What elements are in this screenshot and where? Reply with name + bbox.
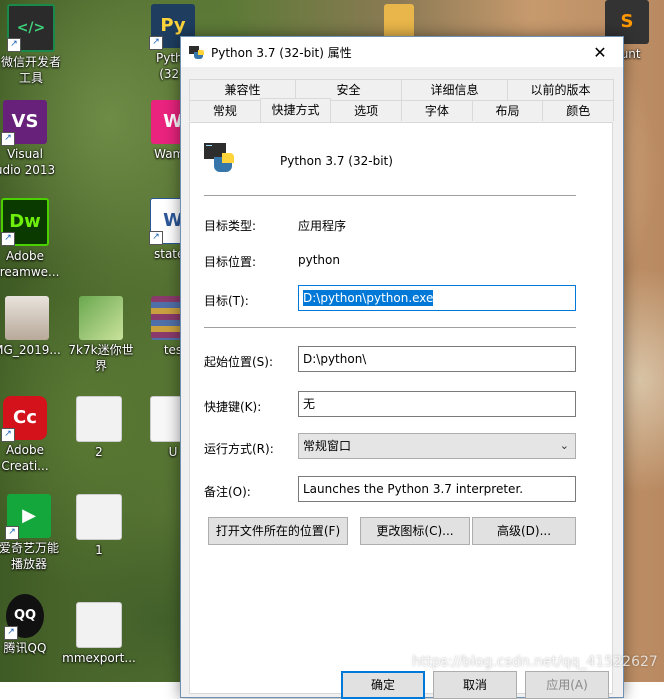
desktop-icon-folder[interactable] (360, 4, 438, 40)
dialog-title: Python 3.7 (32-bit) 属性 (211, 45, 352, 60)
app-name: Python 3.7 (32-bit) (280, 154, 393, 168)
desktop-icon-label: Adobe Creati... (1, 443, 49, 473)
document-thumbnail-icon (76, 396, 122, 442)
desktop-icon-dreamweaver[interactable]: Dw↗ Adobe Dreamwe... (0, 198, 64, 280)
target-type-value: 应用程序 (298, 219, 347, 233)
advanced-button[interactable]: 高级(D)... (472, 517, 576, 545)
desktop-icon-adobe-cc[interactable]: Cc ↗ Adobe Creati... (0, 396, 64, 474)
change-icon-button[interactable]: 更改图标(C)... (360, 517, 470, 545)
mini-world-game-icon (79, 296, 123, 340)
tab-compatibility[interactable]: 兼容性 (189, 79, 296, 100)
python-app-icon (204, 143, 234, 172)
shortcut-arrow-icon: ↗ (149, 36, 163, 50)
iqiyi-player-icon: ▶ ↗ (5, 494, 51, 540)
desktop-icon-file-1[interactable]: 1 (60, 494, 138, 558)
divider (204, 195, 576, 196)
target-label: 目标(T): (204, 294, 249, 308)
shortcut-key-label: 快捷键(K): (204, 400, 262, 414)
desktop-icon-mini-world[interactable]: 7k7k迷你世 界 (62, 296, 140, 374)
image-thumbnail-icon (76, 602, 122, 648)
dialog-titlebar[interactable]: Python 3.7 (32-bit) 属性 ✕ (181, 37, 623, 67)
desktop-icon-mmexport[interactable]: mmexport... (60, 602, 138, 666)
folder-icon (384, 4, 414, 38)
desktop-icon-label: 2 (95, 445, 103, 459)
tab-layout[interactable]: 布局 (471, 100, 544, 121)
tab-colors[interactable]: 颜色 (542, 100, 615, 121)
target-field-selected-text: D:\python\python.exe (303, 290, 434, 306)
run-select[interactable]: 常规窗口 ⌄ (298, 433, 576, 459)
tab-details[interactable]: 详细信息 (401, 79, 508, 100)
start-in-field[interactable]: D:\python\ (298, 346, 576, 372)
desktop-icon-label: MG_2019... (0, 343, 61, 357)
csdn-watermark: https://blog.csdn.net/qq_41522627 (412, 654, 658, 670)
shortcut-arrow-icon: ↗ (1, 132, 15, 146)
open-file-location-button[interactable]: 打开文件所在的位置(F) (208, 517, 348, 545)
shortcut-key-field[interactable]: 无 (298, 391, 576, 417)
qq-penguin-icon: QQ ↗ (4, 594, 44, 640)
adobe-cc-icon: Cc ↗ (1, 396, 47, 442)
desktop-icon-file-2[interactable]: 2 (60, 396, 138, 460)
visual-studio-icon: VS ↗ (1, 100, 47, 146)
python-shortcut-icon (189, 46, 204, 59)
photo-thumbnail-icon (5, 296, 49, 340)
tab-options[interactable]: 选项 (330, 100, 403, 121)
apply-button[interactable]: 应用(A) (525, 671, 609, 699)
target-location-value: python (298, 253, 340, 267)
shortcut-arrow-icon: ↗ (7, 38, 21, 52)
target-field[interactable]: D:\python\python.exe (298, 285, 576, 311)
tab-previous-versions[interactable]: 以前的版本 (507, 79, 614, 100)
tab-shortcut[interactable]: 快捷方式 (259, 98, 332, 122)
desktop-icon-label: mmexport... (62, 651, 136, 665)
desktop-icon-qq[interactable]: QQ ↗ 腾讯QQ (0, 594, 64, 656)
desktop-icon-label: 微信开发者 工具 (0, 55, 61, 85)
desktop-icon-label: Adobe Dreamwe... (0, 249, 60, 279)
run-label: 运行方式(R): (204, 442, 274, 456)
wechat-devtools-icon: </> ↗ (7, 4, 55, 52)
shortcut-arrow-icon: ↗ (4, 626, 18, 640)
close-icon: ✕ (593, 42, 607, 62)
desktop-icon-label: 7k7k迷你世 界 (68, 343, 134, 373)
desktop-icon-label: 1 (95, 543, 103, 557)
desktop-icon-photo[interactable]: MG_2019... (0, 296, 66, 358)
start-in-label: 起始位置(S): (204, 355, 274, 369)
shortcut-arrow-icon: ↗ (5, 526, 19, 540)
dreamweaver-icon: Dw ↗ (1, 198, 49, 246)
tab-row-front: 常规 快捷方式 选项 字体 布局 颜色 (189, 98, 615, 122)
desktop-icon-label: 腾讯QQ (3, 641, 47, 655)
properties-dialog: Python 3.7 (32-bit) 属性 ✕ 兼容性 安全 详细信息 以前的… (180, 36, 624, 699)
target-type-label: 目标类型: (204, 219, 257, 233)
tab-security[interactable]: 安全 (295, 79, 402, 100)
chevron-down-icon: ⌄ (559, 439, 569, 452)
desktop-icon-iqiyi[interactable]: ▶ ↗ 爱奇艺万能 播放器 (0, 494, 68, 572)
desktop-icon-visual-studio[interactable]: VS↗ Visual udio 2013 (0, 100, 64, 178)
tab-strip: 兼容性 安全 详细信息 以前的版本 常规 快捷方式 选项 字体 布局 颜色 (189, 79, 615, 122)
desktop-icon-wechat-devtools[interactable]: </> ↗ 微信开发者 工具 (0, 4, 70, 86)
shortcut-tab-panel: Python 3.7 (32-bit) 目标类型: 应用程序 目标位置: pyt… (189, 122, 613, 694)
document-thumbnail-icon (76, 494, 122, 540)
desktop-icon-label: Visual udio 2013 (0, 147, 56, 177)
close-button[interactable]: ✕ (577, 37, 623, 67)
tab-general[interactable]: 常规 (189, 100, 261, 121)
divider (204, 327, 576, 328)
app-header (204, 141, 236, 173)
run-select-value: 常规窗口 (303, 439, 352, 453)
comment-label: 备注(O): (204, 485, 251, 499)
desktop-icon-label: 爱奇艺万能 播放器 (0, 541, 59, 571)
cancel-button[interactable]: 取消 (433, 671, 517, 699)
tab-font[interactable]: 字体 (401, 100, 473, 121)
ok-button[interactable]: 确定 (341, 671, 425, 699)
comment-field[interactable]: Launches the Python 3.7 interpreter. (298, 476, 576, 502)
tab-row-back: 兼容性 安全 详细信息 以前的版本 (189, 79, 614, 100)
shortcut-arrow-icon: ↗ (149, 231, 163, 245)
shortcut-arrow-icon: ↗ (1, 232, 15, 246)
target-location-label: 目标位置: (204, 255, 257, 269)
shortcut-arrow-icon: ↗ (1, 428, 15, 442)
